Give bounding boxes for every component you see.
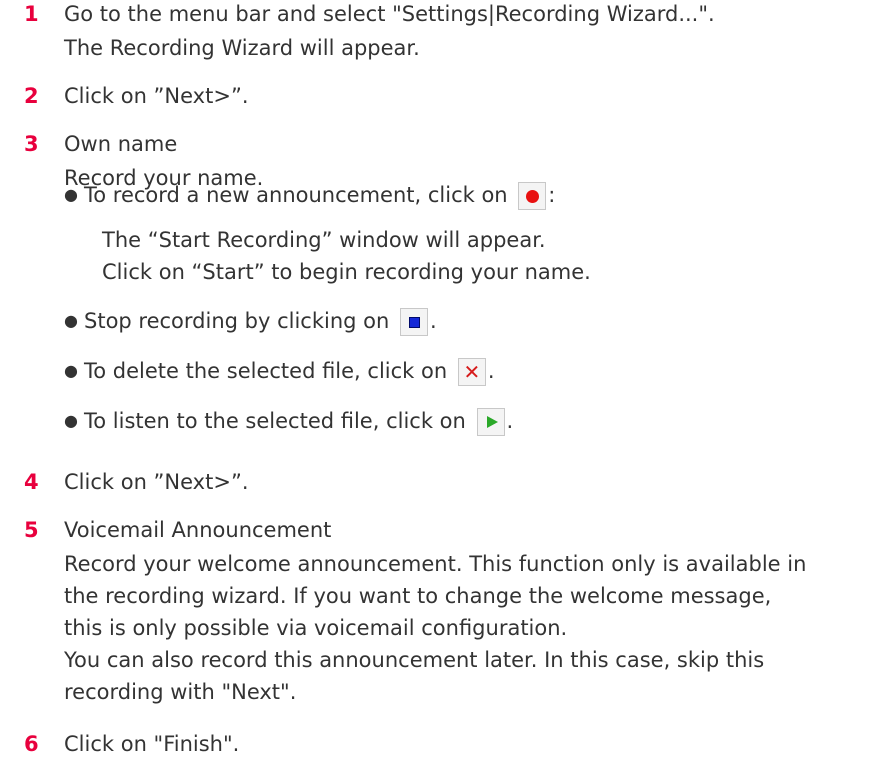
step-text: Click on ”Next>”. <box>64 84 249 108</box>
step-text: recording with "Next". <box>64 680 297 704</box>
step-number: 2 <box>24 84 39 108</box>
bullet-text-before: Stop recording by clicking on <box>84 309 390 333</box>
bullet-text-after: . <box>506 409 514 433</box>
bullet-text-after: . <box>487 359 495 383</box>
bullet-text: To listen to the selected file, click on… <box>84 408 513 436</box>
delete-icon[interactable]: ✕ <box>457 358 486 386</box>
step-text: Click on ”Next>”. <box>64 470 249 494</box>
bullet-text-before: To record a new announcement, click on <box>84 183 508 207</box>
sub-line: Click on “Start” to begin recording your… <box>102 260 591 284</box>
bullet-text: To delete the selected file, click on ✕. <box>84 358 495 386</box>
step-number: 3 <box>24 132 39 156</box>
step-text: You can also record this announcement la… <box>64 648 765 672</box>
stop-icon[interactable] <box>400 308 428 336</box>
bullet-text: To record a new announcement, click on : <box>84 182 555 210</box>
step-number: 6 <box>24 732 39 756</box>
step-text: The Recording Wizard will appear. <box>64 36 420 60</box>
step-text: Go to the menu bar and select "Settings|… <box>64 2 715 26</box>
step-text: this is only possible via voicemail conf… <box>64 616 568 640</box>
bullet-text-before: To listen to the selected file, click on <box>84 409 466 433</box>
bullet-dot: ● <box>64 411 78 430</box>
step-text: the recording wizard. If you want to cha… <box>64 584 772 608</box>
bullet-text-after: : <box>548 183 556 207</box>
bullet-text-after: . <box>430 309 437 333</box>
bullet-dot: ● <box>64 361 78 380</box>
step-number: 4 <box>24 470 39 494</box>
step-number: 1 <box>24 2 39 26</box>
step-text: Record your welcome announcement. This f… <box>64 552 807 576</box>
bullet-dot: ● <box>64 311 78 330</box>
step-heading: Voicemail Announcement <box>64 518 332 542</box>
bullet-text: Stop recording by clicking on . <box>84 308 437 336</box>
play-icon[interactable] <box>476 408 505 436</box>
step-text: Click on "Finish". <box>64 732 240 756</box>
bullet-text-before: To delete the selected file, click on <box>84 359 448 383</box>
step-number: 5 <box>24 518 39 542</box>
bullet-dot: ● <box>64 185 78 204</box>
record-icon[interactable] <box>518 182 547 210</box>
sub-line: The “Start Recording” window will appear… <box>102 228 546 252</box>
step-heading: Own name <box>64 132 178 156</box>
instruction-page: 1 Go to the menu bar and select "Setting… <box>0 0 894 777</box>
